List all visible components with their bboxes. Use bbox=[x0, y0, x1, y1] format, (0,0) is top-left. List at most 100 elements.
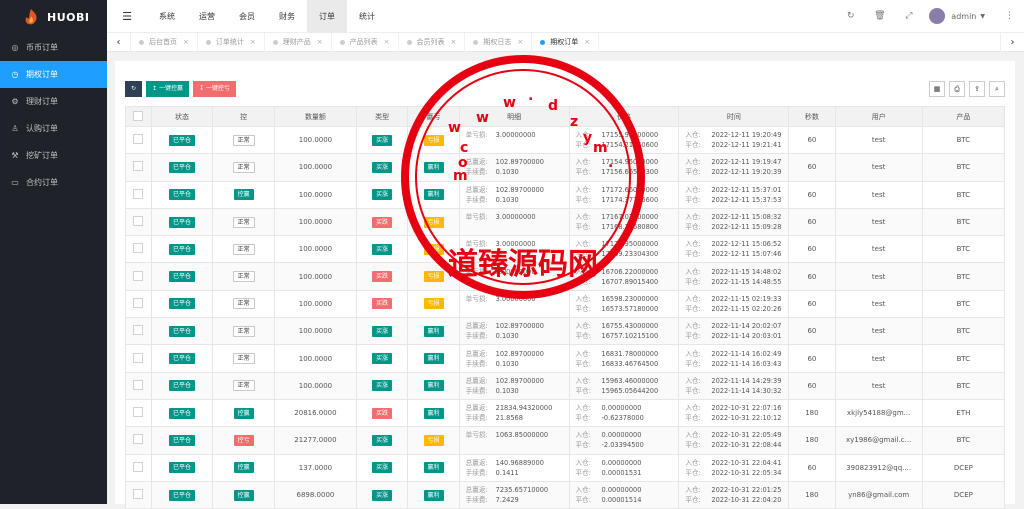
row-checkbox[interactable] bbox=[133, 243, 144, 254]
more-vertical-icon[interactable]: ⋮ bbox=[995, 11, 1024, 21]
control-loss-button[interactable]: ↧ 一键控亏 bbox=[192, 81, 236, 97]
menu-toggle-icon[interactable]: ☰ bbox=[107, 10, 147, 23]
close-icon[interactable]: × bbox=[250, 33, 256, 52]
row-checkbox[interactable] bbox=[133, 461, 144, 472]
table-row: 已平仓 正常 100.0000 买跌 亏损 单亏损: 3.00000000 入仓: 17167.… bbox=[125, 207, 1006, 237]
control-badge[interactable]: 正常 bbox=[232, 380, 255, 392]
control-badge[interactable]: 控赢 bbox=[233, 462, 254, 474]
sidebar-item-2[interactable]: ⚙ 理财订单 bbox=[0, 88, 107, 115]
control-badge[interactable]: 控亏 bbox=[233, 434, 254, 446]
status-badge: 已平仓 bbox=[168, 434, 195, 446]
close-icon[interactable]: × bbox=[183, 33, 189, 52]
row-checkbox[interactable] bbox=[133, 407, 144, 418]
tab-dot bbox=[339, 39, 345, 45]
type-badge: 买涨 bbox=[372, 353, 393, 365]
tab-2[interactable]: 理财产品 × bbox=[265, 32, 332, 52]
tab-label: 产品列表 bbox=[349, 37, 378, 46]
admin-name: admin bbox=[951, 11, 977, 21]
refresh-icon[interactable]: ↻ bbox=[836, 11, 865, 21]
nav-item-0[interactable]: 系统 bbox=[147, 0, 187, 33]
user-cell: test bbox=[834, 235, 923, 264]
tabs-scroll-left-icon[interactable]: ‹ bbox=[107, 32, 131, 52]
nav-item-5[interactable]: 统计 bbox=[347, 0, 387, 33]
close-icon[interactable]: × bbox=[584, 33, 590, 52]
column-header-6: 明细 bbox=[458, 106, 570, 127]
sidebar-item-label: 币币订单 bbox=[26, 43, 58, 52]
search-icon[interactable]: ⌕ bbox=[989, 81, 1005, 97]
profit-loss-badge: 亏损 bbox=[423, 216, 444, 228]
sidebar-item-1[interactable]: ◷ 期权订单 bbox=[0, 61, 107, 88]
time-cell: 入仓: 2022-12-11 15:37:01 平仓: 2022-12-11 15:3… bbox=[678, 180, 790, 209]
row-checkbox[interactable] bbox=[133, 161, 144, 172]
row-checkbox[interactable] bbox=[133, 379, 144, 390]
row-checkbox[interactable] bbox=[133, 325, 144, 336]
detail-cell: 单亏损: 3.00000000 bbox=[458, 289, 570, 319]
columns-filter-icon[interactable]: ▦ bbox=[929, 81, 945, 97]
time-cell: 入仓: 2022-10-31 22:01:25 平仓: 2022-10-31 22:0… bbox=[678, 480, 790, 509]
row-checkbox[interactable] bbox=[133, 434, 144, 445]
tab-label: 后台首页 bbox=[149, 37, 177, 46]
row-checkbox[interactable] bbox=[133, 297, 144, 308]
product-cell: BTC bbox=[921, 289, 1006, 319]
seconds-cell: 60 bbox=[788, 153, 836, 182]
row-checkbox[interactable] bbox=[133, 216, 144, 227]
time-cell: 入仓: 2022-12-11 19:19:47 平仓: 2022-12-11 19:2… bbox=[678, 153, 790, 182]
price-cell: 入仓: 17170.95000000 平仓: 17169.23304300 bbox=[568, 235, 680, 264]
user-menu[interactable]: admin ▼ bbox=[923, 8, 995, 24]
row-checkbox[interactable] bbox=[133, 188, 144, 199]
control-badge[interactable]: 正常 bbox=[232, 298, 255, 310]
row-checkbox[interactable] bbox=[133, 270, 144, 281]
nav-item-1[interactable]: 运营 bbox=[187, 0, 227, 33]
control-badge[interactable]: 正常 bbox=[232, 243, 255, 255]
nav-item-2[interactable]: 会员 bbox=[227, 0, 267, 33]
sidebar-item-4[interactable]: ⚒ 挖矿订单 bbox=[0, 142, 107, 169]
trash-icon[interactable]: 🗑 bbox=[865, 11, 894, 21]
control-badge[interactable]: 控赢 bbox=[233, 489, 254, 501]
column-header-0[interactable] bbox=[125, 106, 152, 127]
tab-3[interactable]: 产品列表 × bbox=[332, 32, 399, 52]
print-icon[interactable]: ⎙ bbox=[949, 81, 965, 97]
close-icon[interactable]: × bbox=[451, 33, 457, 52]
fullscreen-icon[interactable]: ⤢ bbox=[894, 11, 923, 21]
select-all-checkbox[interactable] bbox=[133, 110, 144, 121]
sidebar-item-0[interactable]: ◎ 币币订单 bbox=[0, 34, 107, 61]
control-badge[interactable]: 正常 bbox=[232, 325, 255, 337]
close-icon[interactable]: × bbox=[517, 33, 523, 52]
close-icon[interactable]: × bbox=[317, 33, 323, 52]
row-checkbox[interactable] bbox=[133, 134, 144, 145]
tab-6[interactable]: 期权订单 × bbox=[532, 32, 600, 52]
sidebar-item-5[interactable]: ▭ 合约订单 bbox=[0, 169, 107, 196]
control-badge[interactable]: 正常 bbox=[232, 134, 255, 146]
close-icon[interactable]: × bbox=[384, 33, 390, 52]
control-badge[interactable]: 正常 bbox=[232, 216, 255, 228]
column-header-4: 类型 bbox=[356, 106, 409, 127]
product-cell: ETH bbox=[921, 398, 1006, 428]
control-badge[interactable]: 正常 bbox=[232, 271, 255, 283]
tab-1[interactable]: 订单统计 × bbox=[198, 32, 265, 52]
tab-4[interactable]: 会员列表 × bbox=[399, 32, 466, 52]
control-badge[interactable]: 控赢 bbox=[233, 407, 254, 419]
control-badge[interactable]: 正常 bbox=[232, 161, 255, 173]
table-row: 已平仓 控赢 137.0000 买涨 赢利 总赢返: 140.96889000 手续费: 0.1… bbox=[125, 453, 1006, 482]
profit-loss-badge: 亏损 bbox=[423, 134, 444, 146]
refresh-button[interactable]: ↻ bbox=[125, 81, 143, 97]
control-badge[interactable]: 正常 bbox=[232, 353, 255, 365]
detail-cell: 总赢返: 21834.94320000 手续费: 21.8568 bbox=[458, 398, 570, 428]
row-checkbox[interactable] bbox=[133, 352, 144, 363]
control-win-button[interactable]: ↥ 一键控赢 bbox=[146, 81, 189, 97]
export-icon[interactable]: ⇪ bbox=[969, 81, 985, 97]
tabs-scroll-right-icon[interactable]: › bbox=[1000, 32, 1024, 52]
user-cell: test bbox=[834, 289, 923, 319]
control-badge[interactable]: 控赢 bbox=[233, 189, 254, 201]
amount-cell: 137.0000 bbox=[273, 453, 358, 482]
nav-item-3[interactable]: 财务 bbox=[267, 0, 307, 33]
status-badge: 已平仓 bbox=[168, 353, 195, 365]
tab-0[interactable]: 后台首页 × bbox=[131, 32, 198, 52]
seconds-cell: 60 bbox=[788, 180, 836, 209]
tab-5[interactable]: 期权日志 × bbox=[465, 32, 533, 52]
sidebar-item-3[interactable]: ♙ 认购订单 bbox=[0, 115, 107, 142]
nav-item-4[interactable]: 订单 bbox=[307, 0, 347, 33]
price-cell: 入仓: 0.00000000 平仓: -0.62378000 bbox=[568, 398, 680, 428]
row-checkbox[interactable] bbox=[133, 489, 144, 499]
logo[interactable]: HUOBI bbox=[0, 0, 107, 34]
